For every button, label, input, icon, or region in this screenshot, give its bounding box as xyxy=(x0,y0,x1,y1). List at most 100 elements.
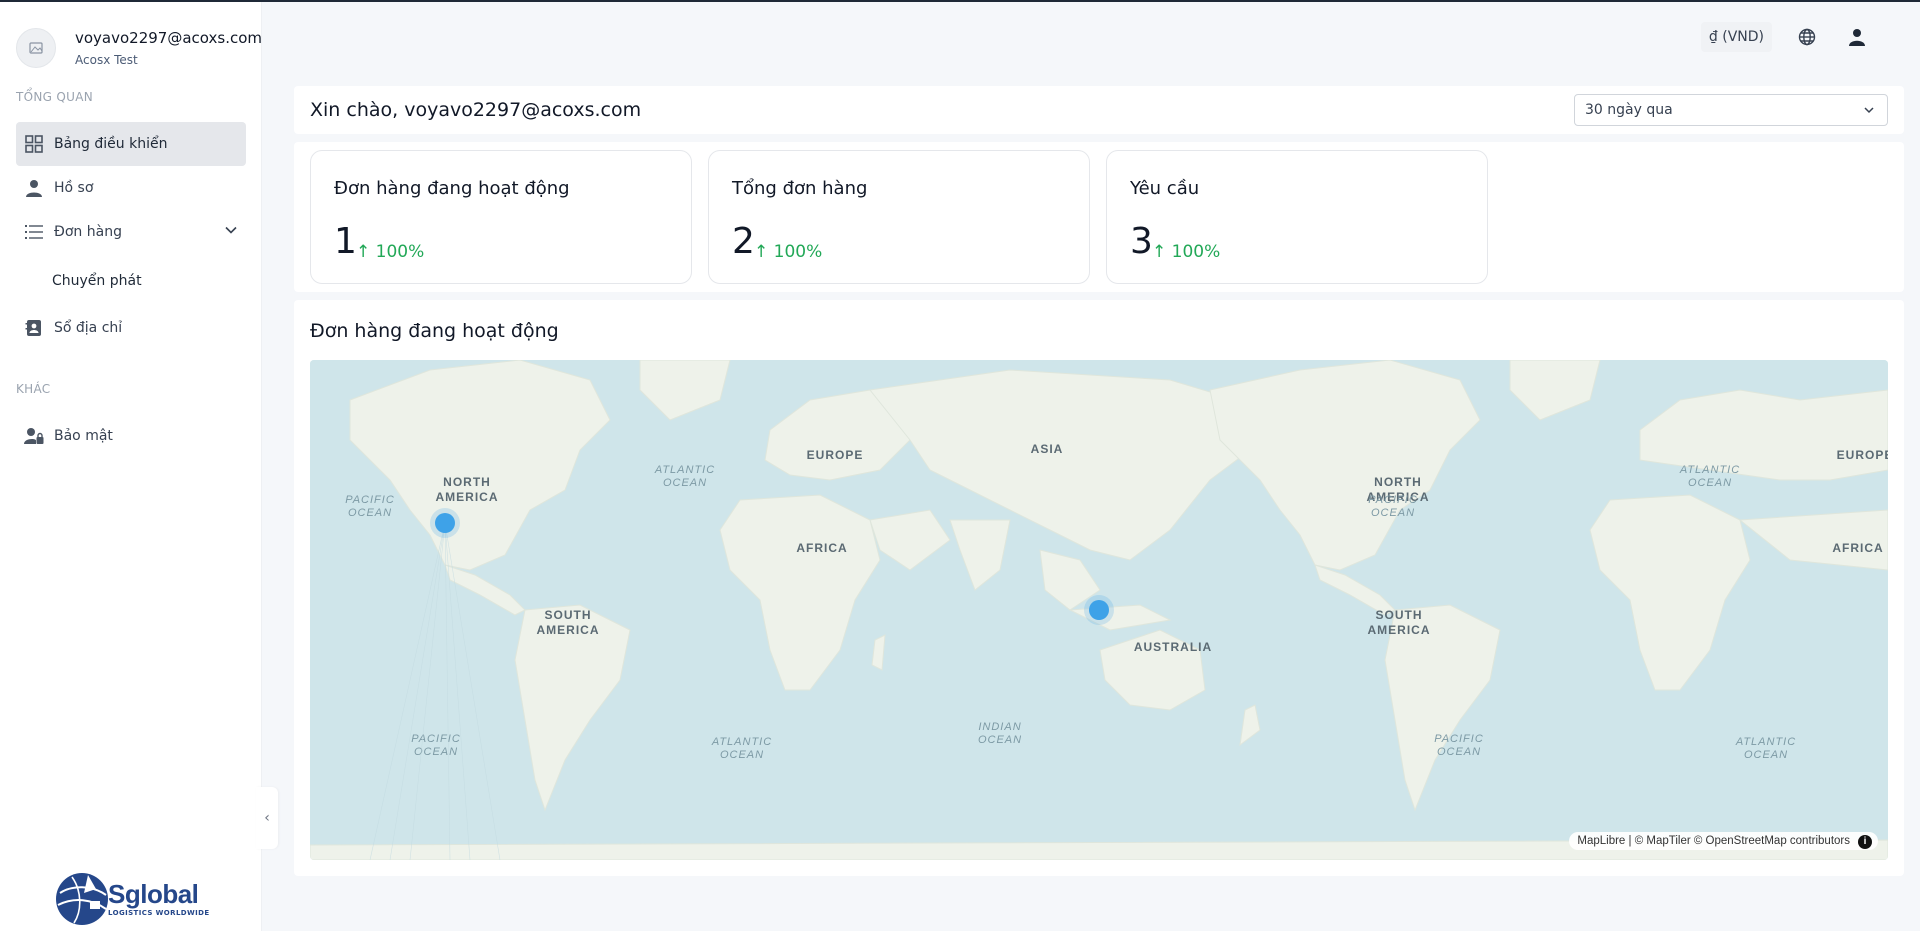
brand-logo: Sglobal LOGISTICS WORLDWIDE xyxy=(54,871,210,927)
map-title: Đơn hàng đang hoạt động xyxy=(310,320,559,342)
sidebar-item-label: Đơn hàng xyxy=(54,224,122,240)
greeting-text: Xin chào, voyavo2297@acoxs.com xyxy=(310,99,642,121)
sidebar-item-address-book[interactable]: Sổ địa chỉ xyxy=(16,306,246,350)
map-label-atlantic: ATLANTIC xyxy=(654,464,715,476)
sidebar-item-security[interactable]: Bảo mật xyxy=(16,414,246,458)
chevron-down-icon[interactable] xyxy=(224,222,238,241)
map-label-europe-right: EUROPE xyxy=(1837,448,1888,462)
map-label-south-america: SOUTH xyxy=(545,608,592,622)
map-label-indian-2: OCEAN xyxy=(978,734,1022,746)
stat-title: Yêu cầu xyxy=(1130,178,1200,199)
stats-bar: Đơn hàng đang hoạt động 1 ↑ 100% Tổng đơ… xyxy=(294,142,1904,292)
svg-text:PACIFICOCEAN: PACIFIC OCEAN xyxy=(345,494,395,519)
stat-change: ↑ 100% xyxy=(754,242,823,262)
grid-icon xyxy=(24,134,44,154)
user-icon[interactable] xyxy=(1842,22,1872,52)
map-canvas[interactable]: NORTH AMERICA NORTH AMERICA SOUTH AMERICA S… xyxy=(310,360,1888,860)
period-select[interactable]: 30 ngày qua xyxy=(1574,94,1888,126)
map-label-atlantic-south-2: OCEAN xyxy=(720,749,764,761)
active-orders-map-card: Đơn hàng đang hoạt động NORTH AMERICA NO… xyxy=(294,300,1904,876)
map-label-north-america-2: AMERICA xyxy=(436,490,499,504)
map-label-south-america-right-2: AMERICA xyxy=(1368,623,1431,637)
sidebar-item-label: Bảng điều khiển xyxy=(54,136,168,152)
map-label-south-america-right: SOUTH xyxy=(1376,608,1423,622)
chevron-left-icon: ‹ xyxy=(264,810,270,826)
map-label-pacific-right-south: PACIFIC xyxy=(1434,733,1484,745)
map-label-north-america: NORTH xyxy=(443,475,491,489)
map-label-pacific-2: OCEAN xyxy=(348,507,392,519)
map-label-pacific-right-2: OCEAN xyxy=(1371,507,1415,519)
sidebar-item-label: Sổ địa chỉ xyxy=(54,320,123,336)
stat-value: 1 xyxy=(334,221,357,262)
order-marker-us-west[interactable] xyxy=(430,508,460,538)
sidebar-item-dashboard[interactable]: Bảng điều khiển xyxy=(16,122,246,166)
stat-value: 3 xyxy=(1130,221,1153,262)
sidebar-item-orders[interactable]: Đơn hàng xyxy=(16,210,246,254)
section-label-other: KHÁC xyxy=(16,382,51,396)
map-label-pacific: PACIFIC xyxy=(345,494,395,506)
user-lock-icon xyxy=(24,426,44,446)
svg-text:NORTHAMERICA: NORTH AMERICA xyxy=(436,475,499,504)
stat-card-requests: Yêu cầu 3 ↑ 100% xyxy=(1106,150,1488,284)
sidebar-item-label: Bảo mật xyxy=(54,428,113,444)
map-label-north-america-right: NORTH xyxy=(1374,475,1422,489)
map-label-asia: ASIA xyxy=(1031,442,1064,456)
stat-change: ↑ 100% xyxy=(356,242,425,262)
sidebar-collapse-button[interactable]: ‹ xyxy=(256,787,278,849)
svg-text:SOUTHAMERICA: SOUTH AMERICA xyxy=(537,608,600,637)
person-icon xyxy=(24,178,44,198)
svg-text:INDIANOCEAN: INDIAN OCEAN xyxy=(978,721,1022,746)
currency-selector[interactable]: ₫ (VND) xyxy=(1700,22,1772,52)
order-marker-southeast-asia[interactable] xyxy=(1084,595,1114,625)
stat-card-active-orders: Đơn hàng đang hoạt động 1 ↑ 100% xyxy=(310,150,692,284)
map-label-south-america-2: AMERICA xyxy=(537,623,600,637)
sidebar-item-profile[interactable]: Hồ sơ xyxy=(16,166,246,210)
brand-tagline: LOGISTICS WORLDWIDE xyxy=(108,909,210,917)
map-label-australia: AUSTRALIA xyxy=(1134,640,1212,654)
header-actions: ₫ (VND) xyxy=(1700,22,1872,52)
globe-logo-icon xyxy=(56,873,108,925)
svg-text:ATLANTICOCEAN: ATLANTIC OCEAN xyxy=(711,736,772,761)
section-label-overview: TỔNG QUAN xyxy=(16,90,93,104)
world-map[interactable]: NORTH AMERICA NORTH AMERICA SOUTH AMERICA S… xyxy=(310,360,1888,860)
map-label-atlantic-right-south-2: OCEAN xyxy=(1744,749,1788,761)
avatar xyxy=(16,28,56,68)
greeting-bar: Xin chào, voyavo2297@acoxs.com 30 ngày q… xyxy=(294,86,1904,134)
svg-text:ATLANTICOCEAN: ATLANTIC OCEAN xyxy=(1735,736,1796,761)
map-label-atlantic-right-2: OCEAN xyxy=(1688,477,1732,489)
stat-change: ↑ 100% xyxy=(1152,242,1221,262)
stat-title: Đơn hàng đang hoạt động xyxy=(334,178,570,199)
window-top-border xyxy=(0,0,1920,2)
map-label-pacific-right: PACIFIC xyxy=(1368,494,1418,506)
brand-name: Sglobal xyxy=(108,879,199,909)
svg-text:SOUTHAMERICA: SOUTH AMERICA xyxy=(1368,608,1431,637)
map-label-europe: EUROPE xyxy=(807,448,864,462)
map-label-pacific-right-south-2: OCEAN xyxy=(1437,746,1481,758)
svg-text:PACIFICOCEAN: PACIFIC OCEAN xyxy=(1434,733,1484,758)
stat-value: 2 xyxy=(732,221,755,262)
globe-icon[interactable] xyxy=(1792,22,1822,52)
svg-text:PACIFICOCEAN: PACIFIC OCEAN xyxy=(411,733,461,758)
map-label-pacific-south: PACIFIC xyxy=(411,733,461,745)
chevron-down-icon xyxy=(1863,104,1875,120)
map-label-atlantic-right: ATLANTIC xyxy=(1679,464,1740,476)
user-email: voyavo2297@acoxs.com xyxy=(75,29,263,47)
info-icon[interactable]: i xyxy=(1858,835,1872,849)
map-label-indian: INDIAN xyxy=(978,721,1021,733)
map-attribution: MapLibre | © MapTiler © OpenStreetMap co… xyxy=(1569,832,1878,850)
user-profile[interactable]: voyavo2297@acoxs.com Acosx Test xyxy=(16,28,262,68)
list-icon xyxy=(24,222,44,242)
sidebar: voyavo2297@acoxs.com Acosx Test TỔNG QUA… xyxy=(0,2,262,931)
address-book-icon xyxy=(24,318,44,338)
map-label-africa-right: AFRICA xyxy=(1832,541,1883,555)
map-attribution-text: MapLibre | © MapTiler © OpenStreetMap co… xyxy=(1577,835,1850,847)
svg-text:ATLANTICOCEAN: ATLANTIC OCEAN xyxy=(1679,464,1740,489)
map-label-africa: AFRICA xyxy=(796,541,847,555)
period-select-value: 30 ngày qua xyxy=(1585,102,1673,118)
svg-text:ATLANTICOCEAN: ATLANTIC OCEAN xyxy=(654,464,715,489)
map-label-atlantic-south: ATLANTIC xyxy=(711,736,772,748)
map-label-atlantic-right-south: ATLANTIC xyxy=(1735,736,1796,748)
image-placeholder-icon xyxy=(29,42,43,54)
stat-card-total-orders: Tổng đơn hàng 2 ↑ 100% xyxy=(708,150,1090,284)
sidebar-subitem-delivery[interactable]: Chuyển phát xyxy=(52,273,142,289)
